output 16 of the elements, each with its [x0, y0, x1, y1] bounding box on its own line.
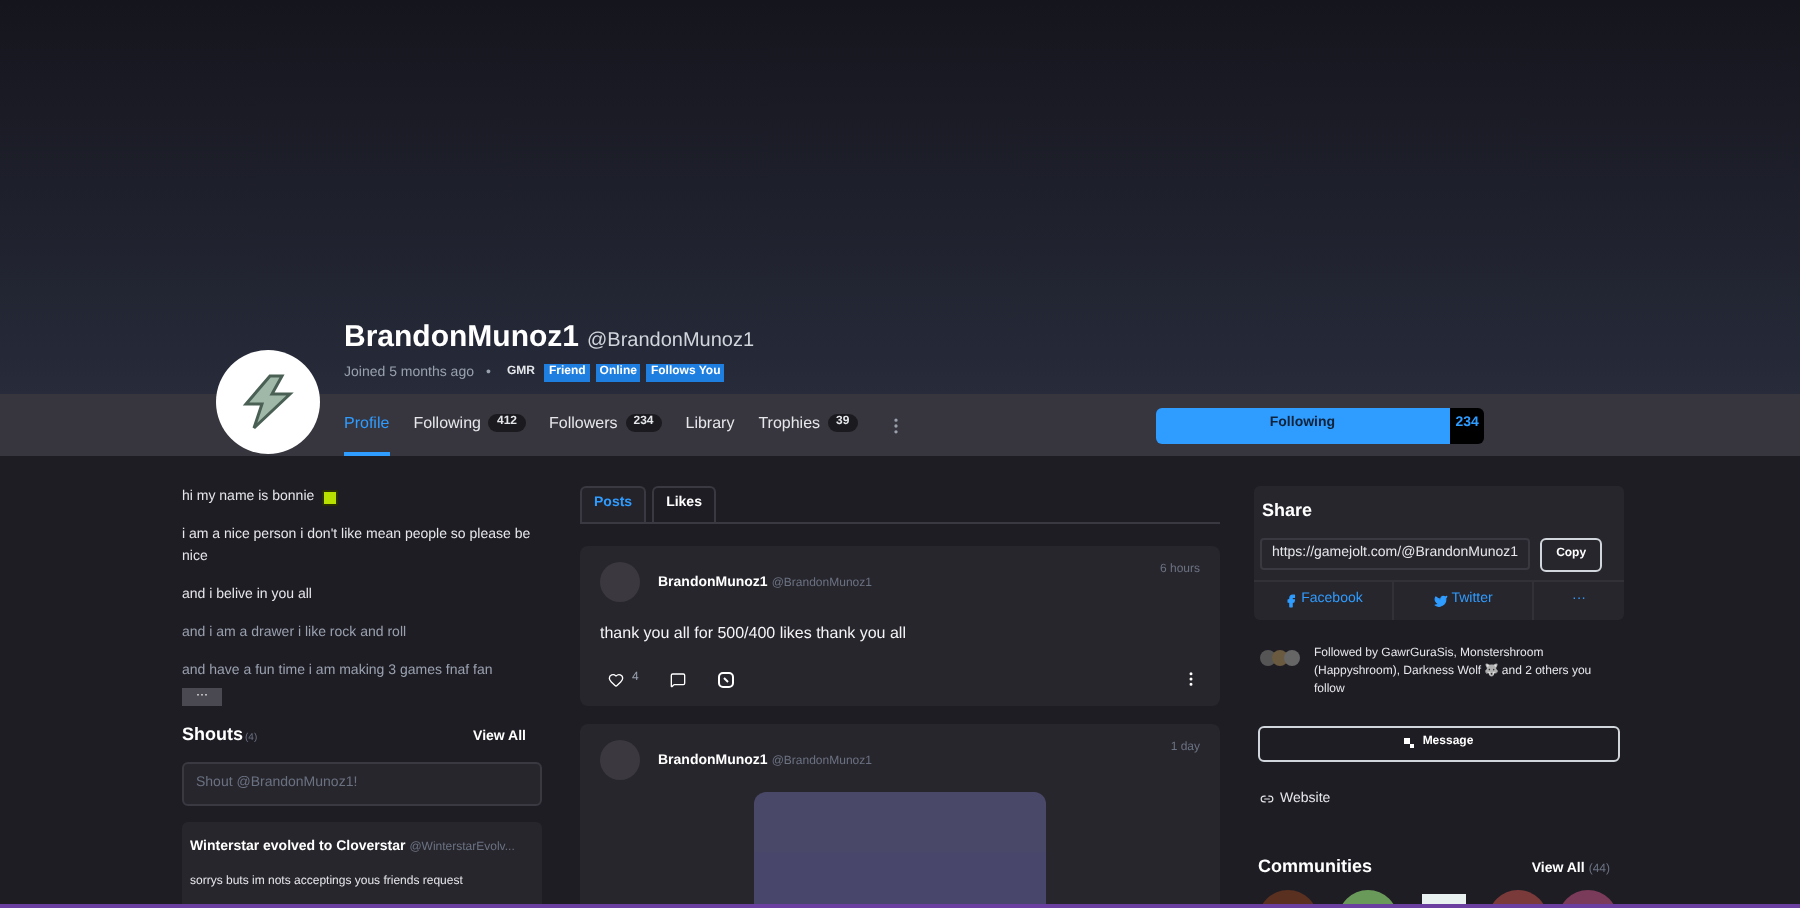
like-icon[interactable]	[608, 671, 624, 687]
nav-tab[interactable]: Library	[685, 394, 735, 456]
nav-tab[interactable]: Profile	[344, 394, 390, 456]
username: @BrandonMunoz1	[587, 328, 755, 356]
follower-avatars-icon	[1260, 649, 1300, 665]
display-name: BrandonMunoz1	[344, 318, 579, 358]
link-icon	[1260, 792, 1274, 807]
communities-heading: Communities	[1258, 854, 1373, 880]
twitter-icon	[1433, 593, 1448, 607]
shouts-heading: Shouts	[182, 722, 243, 748]
facebook-icon	[1283, 593, 1298, 607]
sticker-icon[interactable]	[718, 671, 735, 687]
lightning-icon	[238, 372, 298, 432]
comment-icon[interactable]	[670, 671, 687, 687]
share-heading: Share	[1260, 498, 1315, 524]
post-text: thank you all for 500/400 likes thank you all	[600, 622, 908, 646]
